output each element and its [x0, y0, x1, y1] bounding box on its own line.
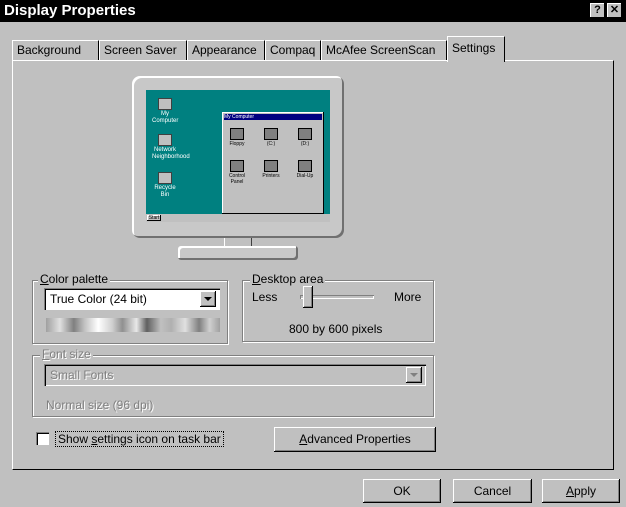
dropdown-arrow-icon[interactable] — [200, 291, 216, 307]
apply-button[interactable]: Apply — [542, 479, 620, 503]
font-size-note: Normal size (96 dpi) — [46, 398, 154, 412]
monitor-base — [178, 246, 298, 260]
show-settings-icon-checkbox[interactable] — [36, 432, 49, 445]
preview-desktop-icon: Network Neighborhood — [152, 134, 190, 161]
preview-window-item: Floppy — [228, 128, 246, 147]
preview-window-item: Control Panel — [228, 160, 246, 185]
font-size-legend: Font size — [40, 347, 93, 361]
resolution-slider-thumb[interactable] — [303, 286, 314, 308]
color-palette-legend: Color palette — [38, 272, 111, 286]
cancel-button[interactable]: Cancel — [453, 479, 532, 503]
tab-appearance[interactable]: Appearance — [187, 40, 265, 60]
tab-settings[interactable]: Settings — [447, 36, 505, 62]
preview-window: My Computer Floppy (C:) (D:) Control Pan… — [222, 112, 324, 214]
color-palette-value: True Color (24 bit) — [50, 292, 147, 306]
preview-window-title: My Computer — [224, 114, 322, 120]
dropdown-arrow-icon[interactable] — [406, 367, 422, 383]
advanced-properties-button[interactable]: Advanced Properties — [274, 427, 436, 452]
show-settings-icon-label[interactable]: Show settings icon on task bar — [55, 431, 224, 447]
preview-window-item: Printers — [262, 160, 280, 179]
preview-desktop-icon: My Computer — [152, 98, 178, 125]
title-bar[interactable]: Display Properties ? ✕ — [0, 0, 626, 22]
slider-less-label: Less — [252, 290, 278, 304]
color-palette-swatch-bar — [46, 318, 220, 332]
monitor-preview: My Computer Network Neighborhood Recycle… — [128, 76, 348, 268]
desktop-area-legend: Desktop area — [250, 272, 326, 286]
resolution-value: 800 by 600 pixels — [289, 322, 383, 336]
preview-window-item: Dial-Up — [296, 160, 314, 179]
close-button[interactable]: ✕ — [607, 3, 622, 18]
ok-button[interactable]: OK — [363, 479, 441, 503]
help-button[interactable]: ? — [590, 3, 605, 18]
tab-mcafee-screenscan[interactable]: McAfee ScreenScan — [321, 40, 447, 60]
color-palette-select[interactable]: True Color (24 bit) — [44, 288, 220, 310]
preview-window-item: (C:) — [262, 128, 280, 147]
font-size-select[interactable]: Small Fonts — [44, 364, 426, 386]
slider-more-label: More — [394, 290, 422, 304]
preview-start-button: Start — [148, 215, 160, 221]
preview-desktop-icon: Recycle Bin — [152, 172, 178, 199]
preview-taskbar: Start — [146, 214, 330, 222]
tab-screen-saver[interactable]: Screen Saver — [99, 40, 187, 60]
preview-desktop: My Computer Network Neighborhood Recycle… — [146, 90, 330, 222]
tab-background[interactable]: Background — [12, 40, 99, 60]
tab-compaq[interactable]: Compaq — [265, 40, 321, 60]
font-size-value: Small Fonts — [50, 368, 114, 382]
preview-window-item: (D:) — [296, 128, 314, 147]
window-title: Display Properties — [4, 2, 136, 19]
